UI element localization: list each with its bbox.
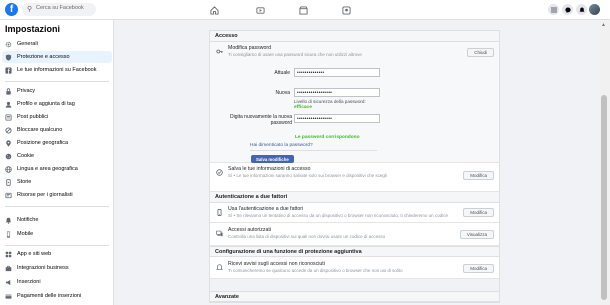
- ads-icon: [4, 278, 12, 286]
- sidebar-item-storie[interactable]: Storie: [2, 176, 112, 188]
- sidebar-item-bloccare[interactable]: Bloccare qualcuno: [2, 124, 112, 136]
- view-authorized-button[interactable]: Visualizza: [459, 230, 494, 239]
- sidebar-item-integrazioni[interactable]: Integrazioni business: [2, 262, 112, 274]
- facebook-logo[interactable]: f: [5, 3, 18, 16]
- mobile-icon: [4, 230, 12, 238]
- login-alerts-row[interactable]: Ricevi avvisi sugli accessi non riconosc…: [210, 257, 499, 279]
- sidebar-item-info[interactable]: Le tue informazioni su Facebook: [2, 64, 112, 76]
- block-icon: [4, 126, 12, 134]
- section-header-extra: Configurazione di una funzione di protez…: [210, 246, 499, 257]
- business-icon: [4, 264, 12, 272]
- save-login-subtitle: Sì • Le tue informazioni saranno salvate…: [228, 173, 387, 178]
- messenger-icon[interactable]: [562, 4, 573, 15]
- save-login-title: Salva le tue informazioni di accesso: [228, 166, 311, 172]
- save-login-row[interactable]: Salva le tue informazioni di accesso Sì …: [210, 163, 499, 192]
- apps-icon: [4, 250, 12, 258]
- facebook-icon: [4, 66, 12, 74]
- edit-alerts-button[interactable]: Modifica: [463, 264, 494, 273]
- sidebar-item-lingua[interactable]: Lingua e area geografica: [2, 163, 112, 175]
- login-alerts-subtitle: Ti comunicheremo se qualcuno accede da u…: [228, 268, 403, 273]
- section-header-two-factor: Autenticazione a due fattori: [210, 192, 499, 203]
- authorized-logins-title: Accessi autorizzati: [228, 227, 271, 233]
- edit-two-factor-button[interactable]: Modifica: [463, 208, 494, 217]
- gear-icon: [4, 40, 12, 48]
- section-header-advanced: Avanzate: [210, 291, 499, 302]
- location-icon: [4, 139, 12, 147]
- sidebar-divider: [5, 206, 109, 207]
- sidebar-divider: [5, 245, 109, 246]
- sidebar-item-profilo[interactable]: Profilo e aggiunta di tag: [2, 98, 112, 110]
- search-placeholder: Cerca su Facebook: [36, 5, 84, 11]
- two-factor-subtitle: Sì • Se rileviamo un tentativo di access…: [228, 213, 448, 218]
- password-strength-note: Livello di sicurezza della password:: [294, 99, 366, 104]
- alert-bell-icon: [215, 263, 223, 271]
- sidebar-item-privacy[interactable]: Privacy: [2, 85, 112, 97]
- top-navigation-bar: f ⚲ Cerca su Facebook: [0, 0, 610, 20]
- forgot-password-link[interactable]: Hai dimenticato la password?: [250, 143, 313, 148]
- section-header-accesso: Accesso: [210, 31, 499, 42]
- retype-password-label: Digita nuovamente la nuova password: [230, 114, 292, 127]
- change-password-title: Modifica password: [228, 45, 271, 51]
- current-password-field[interactable]: ••••••••••••••: [294, 68, 380, 77]
- watch-icon[interactable]: [253, 3, 267, 17]
- password-match-note: Le password corrispondono: [295, 135, 360, 140]
- scroll-up-icon[interactable]: ▲: [601, 22, 606, 28]
- notifications-icon[interactable]: [576, 4, 587, 15]
- password-strength-value: efficace: [294, 105, 312, 110]
- sidebar-item-notifiche[interactable]: Notifiche: [2, 214, 112, 226]
- scrollbar-thumb[interactable]: [601, 95, 607, 300]
- groups-icon[interactable]: [339, 3, 353, 17]
- sidebar-item-pagamenti[interactable]: Pagamenti delle inserzioni: [2, 290, 112, 302]
- new-password-field[interactable]: ••••••••••••••••••: [294, 88, 380, 97]
- two-factor-icon: [215, 208, 223, 216]
- search-box[interactable]: ⚲ Cerca su Facebook: [22, 3, 96, 16]
- current-password-label: Attuale: [274, 70, 290, 76]
- sidebar-item-posizione[interactable]: Posizione geografica: [2, 137, 112, 149]
- settings-sidebar: Impostazioni Generali Protezione e acces…: [0, 20, 114, 305]
- new-password-label: Nuova: [275, 90, 290, 96]
- authorized-logins-subtitle: Controlla una lista di dispositivi sui q…: [228, 234, 386, 239]
- save-login-icon: [215, 168, 223, 176]
- lock-icon: [4, 87, 12, 95]
- cookie-icon: [4, 152, 12, 160]
- language-icon: [4, 165, 12, 173]
- post-icon: [4, 113, 12, 121]
- sidebar-item-inserzioni[interactable]: Inserzioni: [2, 276, 112, 288]
- sidebar-title: Impostazioni: [5, 24, 61, 34]
- retype-password-field[interactable]: ••••••••••••••••••: [294, 114, 380, 123]
- login-alerts-title: Ricevi avvisi sugli accessi non riconosc…: [228, 261, 325, 267]
- bell-icon: [4, 216, 12, 224]
- key-icon: [215, 47, 223, 55]
- payment-icon: [4, 292, 12, 300]
- account-avatar[interactable]: [589, 4, 600, 15]
- sidebar-item-generali[interactable]: Generali: [2, 38, 112, 50]
- devices-icon: [215, 229, 223, 237]
- sidebar-item-post-pubblici[interactable]: Post pubblici: [2, 111, 112, 123]
- edit-save-login-button[interactable]: Modifica: [463, 171, 494, 180]
- search-icon: ⚲: [27, 6, 33, 13]
- close-button[interactable]: Chiudi: [467, 48, 494, 57]
- shield-icon: [4, 53, 12, 61]
- marketplace-icon[interactable]: [296, 3, 310, 17]
- tag-icon: [4, 100, 12, 108]
- sidebar-divider: [5, 81, 109, 82]
- authorized-logins-row[interactable]: Accessi autorizzati Controlla una lista …: [210, 223, 499, 246]
- sidebar-item-mobile[interactable]: Mobile: [2, 228, 112, 240]
- sidebar-item-protezione[interactable]: Protezione e accesso: [2, 51, 112, 63]
- sidebar-item-app[interactable]: App e siti web: [2, 248, 112, 260]
- stories-icon: [4, 178, 12, 186]
- change-password-subtitle: Ti consigliamo di usare una password sic…: [228, 52, 362, 57]
- sidebar-item-giornalisti[interactable]: Risorse per i giornalisti: [2, 189, 112, 201]
- save-changes-button[interactable]: Salva modifiche: [251, 155, 294, 163]
- form-divider: [250, 150, 377, 151]
- journalist-icon: [4, 191, 12, 199]
- home-icon[interactable]: [207, 3, 221, 17]
- two-factor-row[interactable]: Usa l'autenticazione a due fattori Sì • …: [210, 203, 499, 223]
- menu-icon[interactable]: [548, 4, 559, 15]
- sidebar-item-cookie[interactable]: Cookie: [2, 150, 112, 162]
- two-factor-title: Usa l'autenticazione a due fattori: [228, 206, 304, 212]
